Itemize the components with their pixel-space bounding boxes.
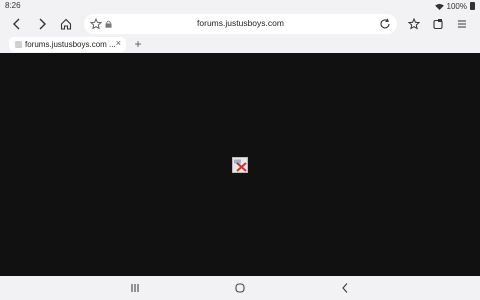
bookmarks-button[interactable] xyxy=(405,15,423,33)
tabs-button[interactable] xyxy=(429,15,447,33)
status-bar: 8:26 100% xyxy=(0,0,480,12)
chevron-right-icon xyxy=(39,18,46,30)
hamburger-menu-icon xyxy=(458,20,466,28)
battery-percent: 100% xyxy=(446,1,467,11)
status-time: 8:26 xyxy=(5,1,21,10)
browser-toolbar: forums.justusboys.com xyxy=(0,12,480,36)
page-content[interactable] xyxy=(0,53,480,276)
back-nav-button[interactable] xyxy=(338,281,352,295)
url-text[interactable]: forums.justusboys.com xyxy=(84,18,397,28)
tab-active[interactable]: forums.justusboys.com ... × xyxy=(9,37,126,52)
system-nav-bar xyxy=(0,276,480,300)
home-button[interactable] xyxy=(57,15,75,33)
tab-title[interactable]: forums.justusboys.com ... xyxy=(25,40,115,49)
home-icon xyxy=(60,18,72,30)
new-tab-button[interactable]: + xyxy=(131,36,145,52)
back-button[interactable] xyxy=(8,15,26,33)
favicon-icon xyxy=(15,41,22,48)
recent-apps-button[interactable] xyxy=(128,281,142,295)
recent-apps-icon xyxy=(131,284,139,292)
tabs-icon xyxy=(433,19,443,30)
status-indicators: 100% xyxy=(434,1,475,11)
forward-button[interactable] xyxy=(33,15,51,33)
star-outline-icon xyxy=(408,18,420,30)
wifi-icon xyxy=(434,3,444,10)
broken-image-icon xyxy=(232,157,248,173)
battery-icon xyxy=(470,2,475,10)
reload-icon[interactable] xyxy=(379,18,391,30)
menu-button[interactable] xyxy=(453,15,471,33)
chevron-left-icon xyxy=(13,18,20,30)
back-chevron-icon xyxy=(342,283,348,293)
home-nav-button[interactable] xyxy=(233,281,247,295)
home-circle-icon xyxy=(235,283,245,293)
tab-close-button[interactable]: × xyxy=(116,38,121,48)
address-bar[interactable]: forums.justusboys.com xyxy=(84,14,397,34)
tab-strip: forums.justusboys.com ... × + xyxy=(0,36,480,53)
